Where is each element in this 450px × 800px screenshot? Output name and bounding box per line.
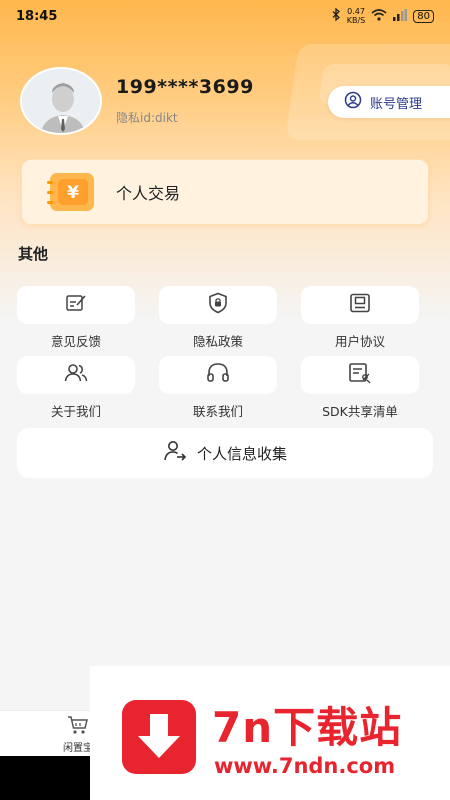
menu-tile[interactable] — [159, 356, 277, 394]
others-section-title: 其他 — [18, 245, 49, 263]
menu-item-contact-us[interactable]: 联系我们 — [159, 356, 277, 420]
menu-tile[interactable] — [17, 356, 135, 394]
watermark-title: 7n下载站 — [212, 703, 403, 752]
menu-item-feedback[interactable]: 意见反馈 — [17, 286, 135, 350]
menu-tile[interactable] — [301, 356, 419, 394]
menu-item-about-us[interactable]: 关于我们 — [17, 356, 135, 420]
signal-icon — [393, 8, 408, 24]
menu-label-feedback: 意见反馈 — [50, 334, 101, 349]
people-icon — [64, 363, 88, 387]
menu-tile[interactable] — [301, 286, 419, 324]
headset-icon — [206, 362, 230, 388]
phone-number: 199****3699 — [116, 76, 254, 98]
status-time: 18:45 — [16, 8, 58, 24]
menu-label-privacy-policy: 隐私政策 — [192, 334, 243, 349]
nav-label: 闲置宝 — [63, 743, 93, 754]
account-management-label: 账号管理 — [370, 96, 423, 112]
avatar[interactable] — [20, 67, 102, 135]
sdk-list-icon — [348, 362, 372, 388]
personal-info-collection-label: 个人信息收集 — [196, 444, 287, 463]
shopping-cart-icon — [67, 715, 89, 738]
wallet-yen-icon: ¥ — [46, 171, 96, 213]
watermark-overlay: 7n下载站 www.7ndn.com — [90, 666, 450, 800]
personal-trade-label: 个人交易 — [116, 184, 181, 203]
download-arrow-icon — [122, 700, 196, 774]
menu-tile[interactable] — [17, 286, 135, 324]
battery-indicator: 80 — [413, 9, 434, 23]
menu-tile[interactable] — [159, 286, 277, 324]
menu-item-privacy-policy[interactable]: 隐私政策 — [159, 286, 277, 350]
wifi-icon — [371, 8, 387, 24]
privacy-id: 隐私id:dikt — [116, 111, 178, 125]
user-circle-icon — [344, 91, 362, 113]
bluetooth-icon — [332, 7, 341, 24]
agreement-icon — [349, 293, 371, 317]
personal-info-collection-button[interactable]: 个人信息收集 — [17, 428, 433, 478]
watermark-url: www.7ndn.com — [214, 754, 396, 778]
menu-label-sdk-list: SDK共享清单 — [322, 404, 398, 419]
menu-item-user-agreement[interactable]: 用户协议 — [301, 286, 419, 350]
menu-label-user-agreement: 用户协议 — [334, 334, 385, 349]
svg-text:¥: ¥ — [67, 183, 79, 203]
menu-item-sdk-list[interactable]: SDK共享清单 — [301, 356, 419, 420]
personal-trade-card[interactable]: ¥ 个人交易 — [21, 159, 429, 225]
privacy-shield-icon — [208, 292, 228, 318]
status-icons: 0.47 KB/S 80 — [332, 7, 434, 25]
feedback-icon — [65, 293, 87, 317]
menu-label-contact-us: 联系我们 — [192, 404, 243, 419]
account-management-button[interactable]: 账号管理 — [328, 86, 450, 118]
net-speed-value: 0.47 — [347, 7, 365, 16]
network-speed: 0.47 KB/S — [347, 7, 366, 25]
net-speed-unit: KB/S — [346, 16, 366, 25]
add-user-icon — [163, 440, 187, 466]
status-bar: 18:45 0.47 KB/S 80 — [0, 0, 450, 32]
menu-label-about-us: 关于我们 — [50, 404, 101, 419]
